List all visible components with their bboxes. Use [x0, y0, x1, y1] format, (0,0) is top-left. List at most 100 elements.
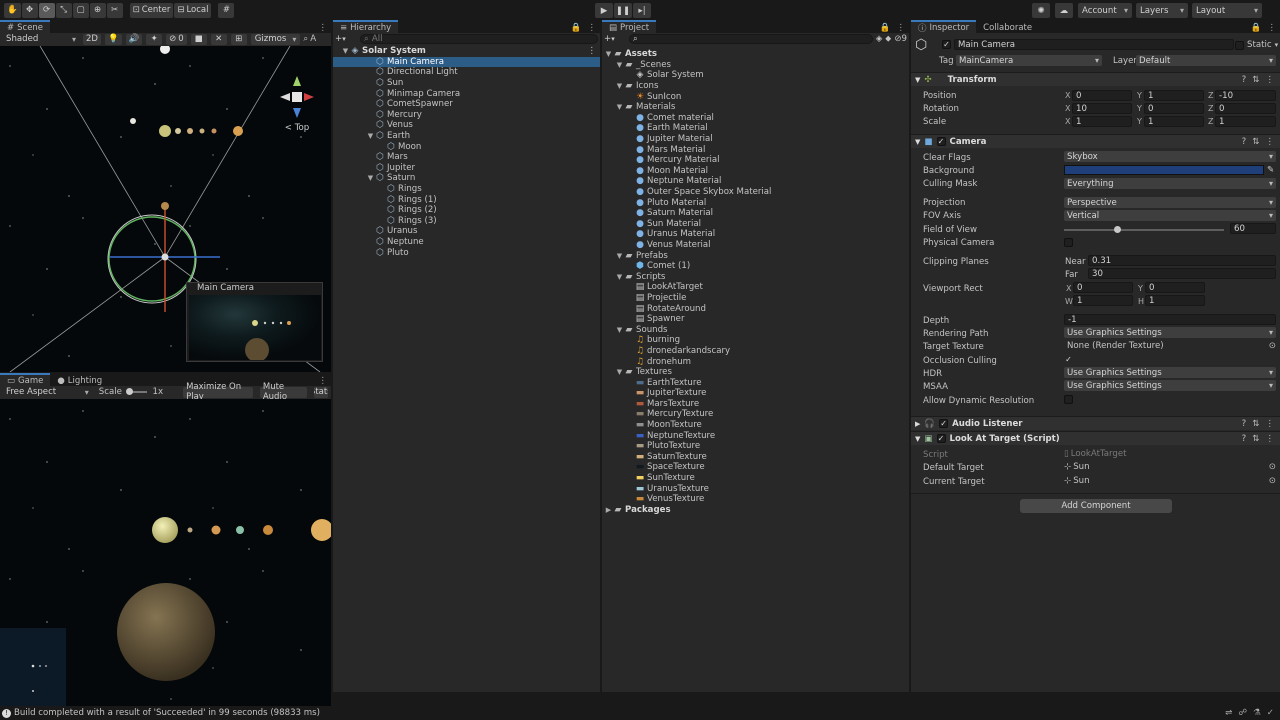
far-field[interactable]: 30: [1088, 268, 1276, 279]
foldout-expanded-icon[interactable]: ▼: [366, 174, 375, 182]
clear-flags-dropdown[interactable]: Skybox: [1064, 151, 1276, 162]
project-item[interactable]: ▬ UranusTexture: [602, 483, 909, 494]
current-target-field[interactable]: ⊹ Sun ⊙: [1064, 476, 1276, 486]
tag-dropdown[interactable]: MainCamera: [956, 55, 1102, 66]
static-checkbox[interactable]: [1235, 40, 1244, 50]
fov-value-field[interactable]: 60: [1230, 223, 1276, 234]
help-icon[interactable]: ?: [1242, 419, 1247, 429]
hierarchy-item[interactable]: ▼ ◈ Solar System ⋮: [333, 46, 600, 57]
project-item[interactable]: ▤ Projectile: [602, 293, 909, 304]
rendering-path-dropdown[interactable]: Use Graphics Settings: [1064, 327, 1276, 338]
occlusion-culling-checkbox[interactable]: ✓: [1064, 355, 1073, 364]
project-item[interactable]: ▬ NeptuneTexture: [602, 430, 909, 441]
hierarchy-item[interactable]: ⬡ Rings (3): [333, 216, 600, 227]
network-icon[interactable]: ☍: [1238, 708, 1247, 718]
audio-listener-enabled-checkbox[interactable]: ✓: [939, 419, 949, 428]
foldout-expanded-icon[interactable]: ▼: [615, 273, 624, 281]
transform-tool-icon[interactable]: ⊕: [89, 2, 106, 18]
lock-icon[interactable]: 🔒: [880, 23, 891, 33]
transform-header[interactable]: ▼ ✣ Transform ? ⇅ ⋮: [911, 72, 1280, 86]
project-item[interactable]: ▼ ▰ Prefabs: [602, 250, 909, 261]
static-toggle[interactable]: Static ▾: [1235, 40, 1278, 50]
hierarchy-item[interactable]: ▼ ⬡ Saturn: [333, 173, 600, 184]
preset-icon[interactable]: ⇅: [1252, 137, 1259, 147]
project-item[interactable]: ● Outer Space Skybox Material: [602, 187, 909, 198]
project-item[interactable]: ● Comet material: [602, 113, 909, 124]
background-color-swatch[interactable]: [1064, 165, 1264, 175]
lock-icon[interactable]: 🔒: [571, 23, 582, 33]
fov-slider-thumb[interactable]: [1114, 226, 1122, 233]
project-item[interactable]: ● Earth Material: [602, 123, 909, 134]
hierarchy-item[interactable]: ⬡ Sun: [333, 78, 600, 89]
foldout-expanded-icon[interactable]: ▼: [615, 82, 624, 90]
viewport-y-field[interactable]: 0: [1145, 282, 1205, 293]
project-item[interactable]: ● Mercury Material: [602, 155, 909, 166]
project-item[interactable]: ⬢ Comet (1): [602, 261, 909, 272]
position-z-field[interactable]: -10: [1215, 90, 1276, 101]
default-target-field[interactable]: ⊹ Sun ⊙: [1064, 462, 1276, 472]
tab-hierarchy[interactable]: ≡ Hierarchy: [333, 20, 399, 33]
rotate-tool-icon[interactable]: ⟳: [38, 2, 55, 18]
project-item[interactable]: ● Saturn Material: [602, 208, 909, 219]
viewport-h-field[interactable]: 1: [1145, 295, 1205, 306]
camera-header[interactable]: ▼ ■ ✓ Camera ? ⇅ ⋮: [911, 134, 1280, 148]
foldout-expanded-icon[interactable]: ▼: [615, 103, 624, 111]
project-item[interactable]: ● Jupiter Material: [602, 134, 909, 145]
play-button[interactable]: ▶: [595, 3, 613, 18]
scene-camera-icon[interactable]: ■: [190, 33, 207, 45]
help-icon[interactable]: ?: [1242, 137, 1247, 147]
pause-button[interactable]: ❚❚: [614, 3, 632, 18]
foldout-expanded-icon[interactable]: ▼: [615, 252, 624, 260]
foldout-expanded-icon[interactable]: ▼: [615, 326, 624, 334]
foldout-expanded-icon[interactable]: ▼: [366, 132, 375, 140]
project-item[interactable]: ▤ Spawner: [602, 314, 909, 325]
viewport-x-field[interactable]: 0: [1073, 282, 1133, 293]
hidden-packages-toggle[interactable]: ⊘ 9: [894, 34, 907, 44]
depth-field[interactable]: -1: [1064, 314, 1276, 325]
fov-axis-dropdown[interactable]: Vertical: [1064, 210, 1276, 221]
project-item[interactable]: ▤ LookAtTarget: [602, 282, 909, 293]
hierarchy-item[interactable]: ⬡ Moon: [333, 141, 600, 152]
layer-dropdown[interactable]: Default: [1136, 55, 1276, 66]
rotation-z-field[interactable]: 0: [1215, 103, 1276, 114]
eyedropper-icon[interactable]: ✎: [1267, 165, 1274, 175]
scene-viewport[interactable]: < Top Main Camera: [0, 46, 331, 372]
step-button[interactable]: ▸|: [633, 3, 651, 18]
project-item[interactable]: ♫ burning: [602, 335, 909, 346]
project-item[interactable]: ▼ ▰ Materials: [602, 102, 909, 113]
project-item[interactable]: ▬ SunTexture: [602, 473, 909, 484]
foldout-expanded-icon[interactable]: ▼: [615, 368, 624, 376]
grid-icon[interactable]: ⊞: [230, 33, 247, 45]
audio-toggle-icon[interactable]: 🔊: [125, 33, 143, 45]
scale-tool-icon[interactable]: ⤡: [55, 2, 72, 18]
hierarchy-item[interactable]: ▼ ⬡ Earth: [333, 131, 600, 142]
object-picker-icon[interactable]: ⊙: [1269, 341, 1276, 351]
fov-slider-track[interactable]: [1064, 226, 1224, 233]
hierarchy-item[interactable]: ⬡ CometSpawner: [333, 99, 600, 110]
project-item[interactable]: ● Sun Material: [602, 219, 909, 230]
scale-x-field[interactable]: 1: [1072, 116, 1132, 127]
hierarchy-item[interactable]: ⬡ Rings (2): [333, 205, 600, 216]
project-item[interactable]: ▼ ▰ Textures: [602, 367, 909, 378]
add-component-button[interactable]: Add Component: [1020, 499, 1172, 513]
stats-toggle[interactable]: Stats: [313, 386, 328, 398]
effects-toggle-icon[interactable]: ✦: [146, 33, 163, 45]
project-item[interactable]: ● Mars Material: [602, 144, 909, 155]
hierarchy-item[interactable]: ⬡ Minimap Camera: [333, 88, 600, 99]
hierarchy-item[interactable]: ⬡ Jupiter: [333, 163, 600, 174]
project-item[interactable]: ▶ ▰ Packages: [602, 505, 909, 516]
project-item[interactable]: ☀ SunIcon: [602, 91, 909, 102]
inspector-menu-icon[interactable]: ⋮: [1267, 23, 1276, 33]
project-item[interactable]: ▤ RotateAround: [602, 303, 909, 314]
project-item[interactable]: ▼ ▰ Scripts: [602, 271, 909, 282]
scene-menu-icon[interactable]: ⋮: [587, 46, 600, 56]
rotate-gizmo-green-ring[interactable]: [108, 216, 196, 302]
hdr-dropdown[interactable]: Use Graphics Settings: [1064, 367, 1276, 378]
create-dropdown[interactable]: + ▾: [335, 34, 357, 44]
project-item[interactable]: ● Uranus Material: [602, 229, 909, 240]
status-message[interactable]: Build completed with a result of 'Succee…: [14, 708, 320, 718]
look-at-enabled-checkbox[interactable]: ✓: [936, 434, 946, 443]
2d-toggle[interactable]: 2D: [83, 33, 101, 45]
check-icon[interactable]: ✓: [1267, 708, 1274, 718]
rotation-y-field[interactable]: 0: [1144, 103, 1204, 114]
